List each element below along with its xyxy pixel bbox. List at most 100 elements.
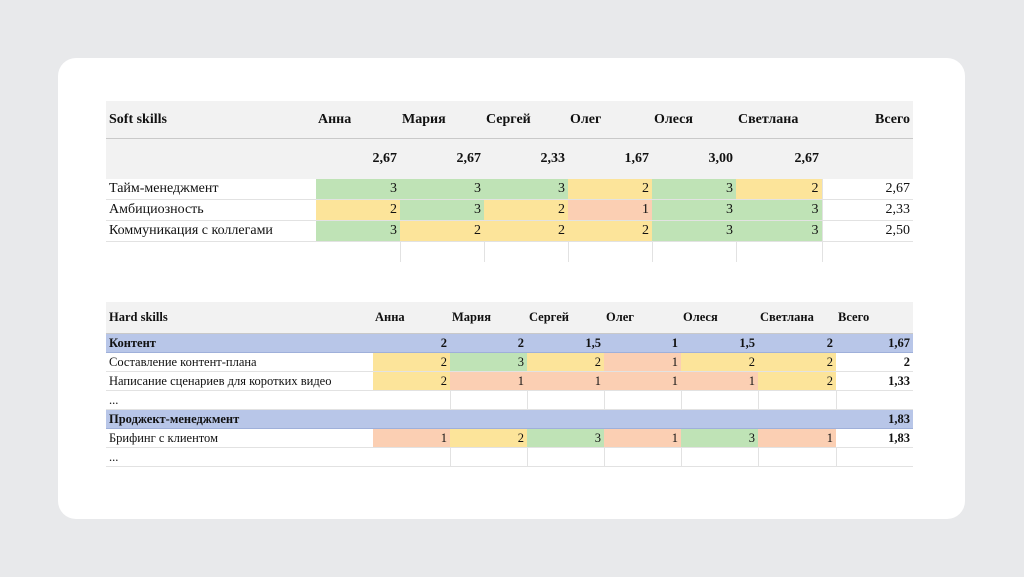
soft-col-header[interactable]: Олег [568,101,652,139]
total-cell[interactable]: 2,33 [821,199,913,221]
soft-col-header[interactable]: Сергей [484,101,568,139]
score-cell[interactable]: 1 [568,199,652,221]
table-cell[interactable] [822,138,913,179]
table-cell[interactable] [681,447,759,467]
section-name-cell[interactable]: Проджект-менеджмент [106,409,373,429]
section-total-cell[interactable]: 1,83 [836,409,913,429]
score-cell[interactable]: 1 [604,371,681,391]
soft-average-cell[interactable]: 2,67 [316,138,400,179]
soft-average-cell[interactable]: 1,67 [568,138,652,179]
score-cell[interactable]: 2 [450,428,527,448]
score-cell[interactable]: 3 [652,179,736,200]
soft-average-cell[interactable]: 3,00 [652,138,736,179]
score-cell[interactable]: 3 [450,352,527,372]
score-cell[interactable]: 1 [527,371,604,391]
hard-col-header[interactable]: Мария [450,302,527,334]
ellipsis-cell[interactable]: ... [106,390,373,410]
score-cell[interactable]: 1 [758,428,836,448]
score-cell[interactable]: 1 [604,428,681,448]
soft-average-cell[interactable]: 2,67 [400,138,484,179]
score-cell[interactable]: 2 [373,371,450,391]
score-cell[interactable]: 2 [758,371,836,391]
skill-name-cell[interactable]: Составление контент-плана [106,352,373,372]
section-value-cell[interactable] [527,409,604,429]
score-cell[interactable]: 2 [400,220,484,242]
soft-average-cell[interactable]: 2,67 [736,138,822,179]
table-cell[interactable] [736,241,823,262]
score-cell[interactable]: 3 [484,179,568,200]
section-total-cell[interactable]: 1,67 [836,333,913,353]
section-value-cell[interactable]: 2 [450,333,527,353]
hard-col-header[interactable]: Олег [604,302,681,334]
table-cell[interactable] [400,241,485,262]
table-cell[interactable] [316,241,401,262]
hard-title[interactable]: Hard skills [106,302,373,334]
skill-name-cell[interactable]: Тайм-менеджмент [106,179,316,200]
soft-col-header[interactable]: Мария [400,101,484,139]
table-cell[interactable] [568,241,653,262]
soft-col-header[interactable]: Анна [316,101,400,139]
score-cell[interactable]: 2 [568,179,652,200]
section-value-cell[interactable]: 2 [758,333,836,353]
table-cell[interactable] [604,447,682,467]
score-cell[interactable]: 2 [484,220,568,242]
table-cell[interactable] [822,242,913,263]
score-cell[interactable]: 2 [758,352,836,372]
soft-col-header[interactable]: Светлана [736,101,822,139]
score-cell[interactable]: 3 [400,179,484,200]
table-cell[interactable] [373,447,451,467]
section-value-cell[interactable] [450,409,527,429]
soft-col-header[interactable]: Олеся [652,101,736,139]
score-cell[interactable]: 3 [736,199,822,221]
score-cell[interactable]: 3 [316,220,400,242]
table-cell[interactable] [836,447,913,467]
section-value-cell[interactable] [758,409,836,429]
score-cell[interactable]: 2 [568,220,652,242]
score-cell[interactable]: 1 [450,371,527,391]
total-cell[interactable]: 2 [836,352,913,372]
ellipsis-cell[interactable]: ... [106,447,373,467]
score-cell[interactable]: 3 [652,220,736,242]
score-cell[interactable]: 2 [373,352,450,372]
table-cell[interactable] [681,390,759,410]
table-cell[interactable] [484,241,569,262]
score-cell[interactable]: 3 [736,220,822,242]
hard-col-header[interactable]: Сергей [527,302,604,334]
section-value-cell[interactable]: 2 [373,333,450,353]
score-cell[interactable]: 3 [316,179,400,200]
soft-title[interactable]: Soft skills [106,101,316,139]
hard-col-header[interactable]: Анна [373,302,450,334]
table-cell[interactable] [758,447,837,467]
section-value-cell[interactable]: 1,5 [681,333,758,353]
score-cell[interactable]: 1 [681,371,758,391]
score-cell[interactable]: 2 [681,352,758,372]
score-cell[interactable]: 3 [527,428,604,448]
hard-total-header[interactable]: Всего [836,302,913,334]
total-cell[interactable]: 2,50 [821,220,913,242]
table-cell[interactable] [106,138,316,179]
table-cell[interactable] [527,447,605,467]
table-cell[interactable] [836,390,913,410]
score-cell[interactable]: 2 [736,179,822,200]
hard-col-header[interactable]: Светлана [758,302,836,334]
total-cell[interactable]: 2,67 [821,179,913,200]
soft-total-header[interactable]: Всего [822,101,913,139]
total-cell[interactable]: 1,33 [836,371,913,391]
section-name-cell[interactable]: Контент [106,333,373,353]
hard-col-header[interactable]: Олеся [681,302,758,334]
table-cell[interactable] [106,242,316,263]
score-cell[interactable]: 1 [604,352,681,372]
table-cell[interactable] [758,390,837,410]
section-value-cell[interactable] [604,409,681,429]
table-cell[interactable] [450,447,528,467]
section-value-cell[interactable]: 1 [604,333,681,353]
table-cell[interactable] [450,390,528,410]
section-value-cell[interactable]: 1,5 [527,333,604,353]
score-cell[interactable]: 3 [681,428,758,448]
score-cell[interactable]: 1 [373,428,450,448]
score-cell[interactable]: 2 [484,199,568,221]
score-cell[interactable]: 3 [400,199,484,221]
table-cell[interactable] [604,390,682,410]
score-cell[interactable]: 2 [316,199,400,221]
score-cell[interactable]: 2 [527,352,604,372]
